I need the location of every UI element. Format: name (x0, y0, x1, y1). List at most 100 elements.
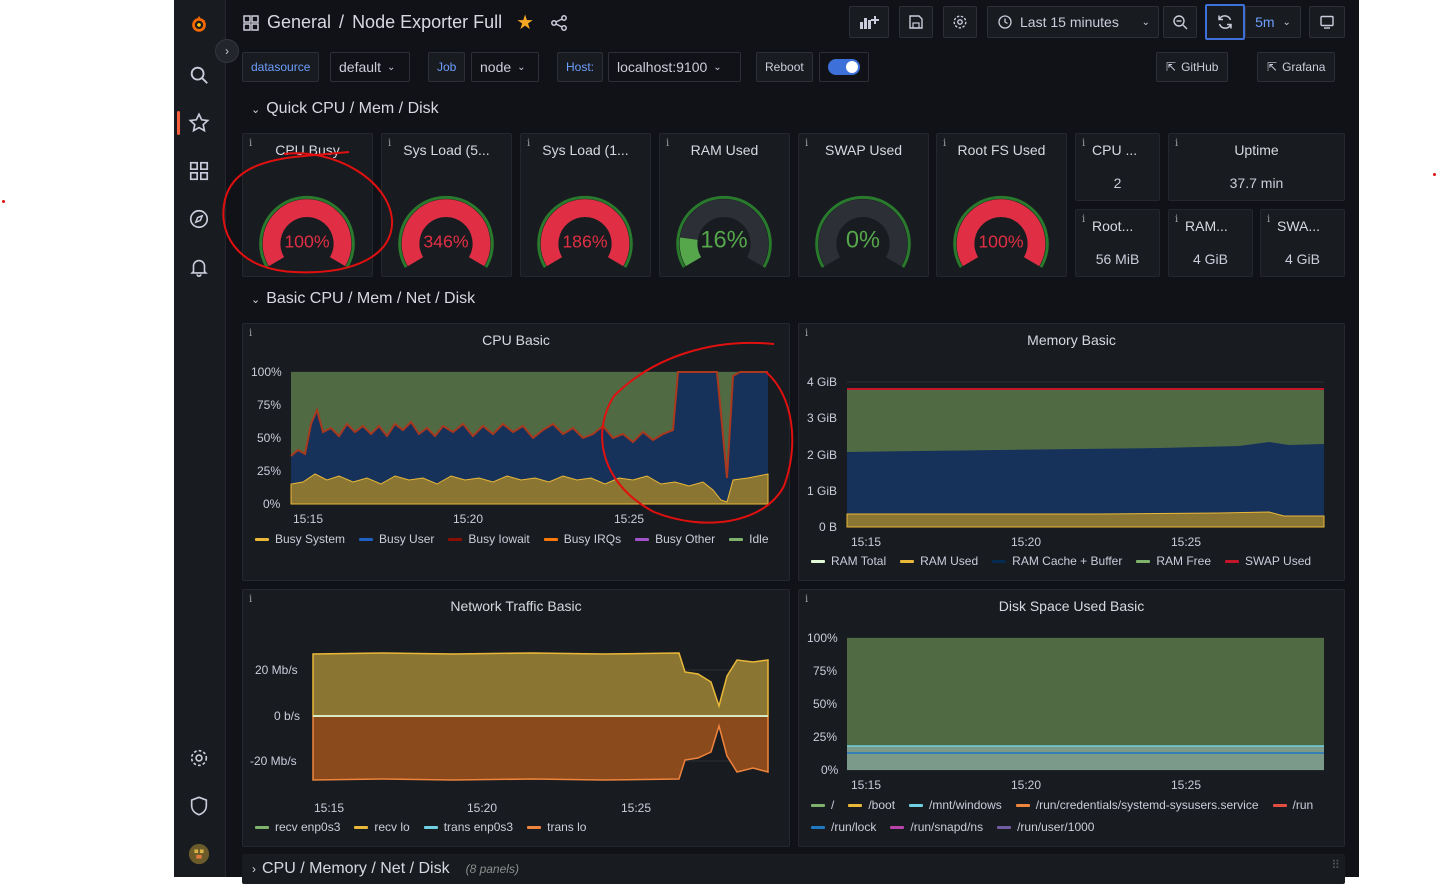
y-tick: 1 GiB (807, 484, 837, 498)
y-tick: 2 GiB (807, 448, 837, 462)
legend-item[interactable]: /run/credentials/systemd-sysusers.servic… (1015, 798, 1259, 812)
y-tick: 0 B (819, 520, 837, 534)
host-value: localhost:9100 (617, 59, 708, 75)
x-tick: 15:15 (293, 512, 323, 526)
disk-space-chart: 100% 75% 50% 25% 0% 15:15 15:20 15:25 (807, 631, 1324, 792)
gauge-panel-root-fs-used[interactable]: i Root FS Used 100% (936, 133, 1067, 277)
legend-item[interactable]: Busy Other (635, 532, 715, 546)
host-select[interactable]: localhost:9100 ⌄ (608, 52, 741, 82)
legend-swatch (1136, 559, 1151, 563)
search-icon[interactable] (187, 63, 211, 87)
chevron-right-icon: › (252, 862, 256, 876)
time-range-picker[interactable]: Last 15 minutes ⌄ (987, 6, 1159, 38)
chevron-down-icon: ⌄ (251, 103, 261, 116)
row-collapsed-header[interactable]: › CPU / Memory / Net / Disk (8 panels) (252, 860, 519, 878)
gauge-panel-ram-used[interactable]: i RAM Used 16% (659, 133, 790, 277)
legend-item[interactable]: /boot (848, 798, 895, 812)
legend-item[interactable]: /run/snapd/ns (890, 820, 983, 834)
stat-panel-root-fs-total[interactable]: i Root... 56 MiB (1075, 209, 1160, 277)
stat-panel-swap-total[interactable]: i SWA... 4 GiB (1260, 209, 1345, 277)
x-tick: 15:20 (467, 801, 497, 815)
legend-swatch (1225, 559, 1240, 563)
breadcrumb-dashboard-title[interactable]: Node Exporter Full (352, 12, 502, 33)
panel-title: Network Traffic Basic (450, 598, 582, 614)
legend-label: /mnt/windows (929, 798, 1002, 812)
y-tick: 100% (807, 631, 838, 645)
collapsed-row-bar[interactable]: › CPU / Memory / Net / Disk (8 panels) ⠿ (242, 854, 1345, 884)
chevron-down-icon: ⌄ (387, 61, 396, 73)
stat-panel-ram-total[interactable]: i RAM... 4 GiB (1168, 209, 1253, 277)
stat-value: 56 MiB (1095, 251, 1140, 267)
stat-panel-cpu-cores[interactable]: i CPU ... 2 (1075, 133, 1160, 201)
refresh-dashboard-button[interactable] (1205, 4, 1245, 40)
favorite-star-icon[interactable]: ★ (516, 10, 534, 35)
explore-compass-icon[interactable] (187, 207, 211, 231)
legend-item[interactable]: /run (1272, 798, 1313, 812)
reboot-toggle[interactable] (819, 52, 869, 82)
legend-item[interactable]: Busy System (255, 532, 345, 546)
legend-item[interactable]: /mnt/windows (909, 798, 1002, 812)
legend-swatch (635, 537, 650, 541)
dashboard-settings-button[interactable] (943, 6, 977, 38)
add-panel-button[interactable] (849, 6, 889, 38)
refresh-interval-label: 5m (1255, 14, 1275, 30)
legend-item[interactable]: /run/lock (811, 820, 876, 834)
timeseries-panel-memory-basic[interactable]: i Memory Basic 4 GiB 3 GiB 2 GiB 1 GiB 0… (798, 323, 1345, 581)
legend-label: Busy User (379, 532, 435, 546)
panel-title: RAM... (1185, 218, 1228, 234)
tv-mode-button[interactable] (1309, 6, 1345, 38)
save-dashboard-button[interactable] (899, 6, 933, 38)
grafana-logo-icon[interactable] (187, 12, 211, 36)
legend-item[interactable]: RAM Cache + Buffer (992, 554, 1122, 568)
legend-item[interactable]: recv lo (354, 820, 410, 834)
datasource-select[interactable]: default ⌄ (330, 52, 410, 82)
breadcrumb-folder[interactable]: General (267, 12, 331, 33)
legend-item[interactable]: recv enp0s3 (255, 820, 340, 834)
starred-icon[interactable] (187, 111, 211, 135)
legend-item[interactable]: SWAP Used (1225, 554, 1311, 568)
timeseries-panel-cpu-basic[interactable]: i CPU Basic 100% 75% 50% 25% 0% 15:15 15… (242, 323, 790, 581)
legend-item[interactable]: Idle (729, 532, 769, 546)
timeseries-panel-disk-space[interactable]: i Disk Space Used Basic 100% 75% 50% 25%… (798, 589, 1345, 847)
y-tick: 0% (263, 497, 281, 511)
legend-item[interactable]: trans lo (527, 820, 586, 834)
legend-item[interactable]: Busy Iowait (448, 532, 530, 546)
user-avatar[interactable] (187, 842, 211, 866)
refresh-interval-picker[interactable]: 5m ⌄ (1245, 6, 1301, 38)
legend-item[interactable]: Busy User (359, 532, 434, 546)
grafana-link-button[interactable]: ⇱ Grafana (1257, 52, 1336, 82)
legend-label: recv lo (374, 820, 410, 834)
configuration-gear-icon[interactable] (187, 746, 211, 770)
stat-panel-uptime[interactable]: i Uptime 37.7 min (1168, 133, 1345, 201)
timeseries-panel-network-traffic[interactable]: i Network Traffic Basic 20 Mb/s 0 b/s -2… (242, 589, 790, 847)
legend-item[interactable]: / (811, 798, 834, 812)
row-quick-header[interactable]: ⌄ Quick CPU / Mem / Disk (251, 100, 439, 118)
share-icon[interactable] (550, 14, 568, 32)
y-tick: 0 b/s (274, 709, 300, 723)
dashboards-icon[interactable] (187, 159, 211, 183)
legend-item[interactable]: RAM Used (900, 554, 978, 568)
alerting-bell-icon[interactable] (187, 255, 211, 279)
row-basic-header[interactable]: ⌄ Basic CPU / Mem / Net / Disk (251, 290, 475, 308)
gauge-panel-swap-used[interactable]: i SWAP Used 0% (798, 133, 929, 277)
legend-swatch (354, 825, 369, 829)
github-link-button[interactable]: ⇱ GitHub (1156, 52, 1229, 82)
legend-item[interactable]: Busy IRQs (543, 532, 621, 546)
legend-item[interactable]: RAM Free (1136, 554, 1211, 568)
row-collapsed-note: (8 panels) (465, 862, 519, 876)
legend-label: /run/user/1000 (1017, 820, 1095, 834)
drag-handle-icon[interactable]: ⠿ (1331, 858, 1340, 872)
gauge-sys-load-15: 186% (537, 195, 633, 268)
gauge-panel-sys-load-15[interactable]: i Sys Load (1... 186% (520, 133, 651, 277)
y-tick: 25% (813, 730, 837, 744)
server-admin-shield-icon[interactable] (187, 794, 211, 818)
legend-item[interactable]: trans enp0s3 (423, 820, 513, 834)
legend-item[interactable]: /run/user/1000 (997, 820, 1094, 834)
zoom-out-button[interactable] (1163, 6, 1197, 38)
job-select[interactable]: node ⌄ (471, 52, 539, 82)
gauge-panel-sys-load-5[interactable]: i Sys Load (5... 346% (381, 133, 512, 277)
expand-menu-chevron-icon[interactable]: › (215, 39, 239, 63)
legend-swatch (423, 825, 438, 829)
legend-item[interactable]: RAM Total (811, 554, 886, 568)
gauge-panel-cpu-busy[interactable]: i CPU Busy 100% (242, 133, 373, 277)
